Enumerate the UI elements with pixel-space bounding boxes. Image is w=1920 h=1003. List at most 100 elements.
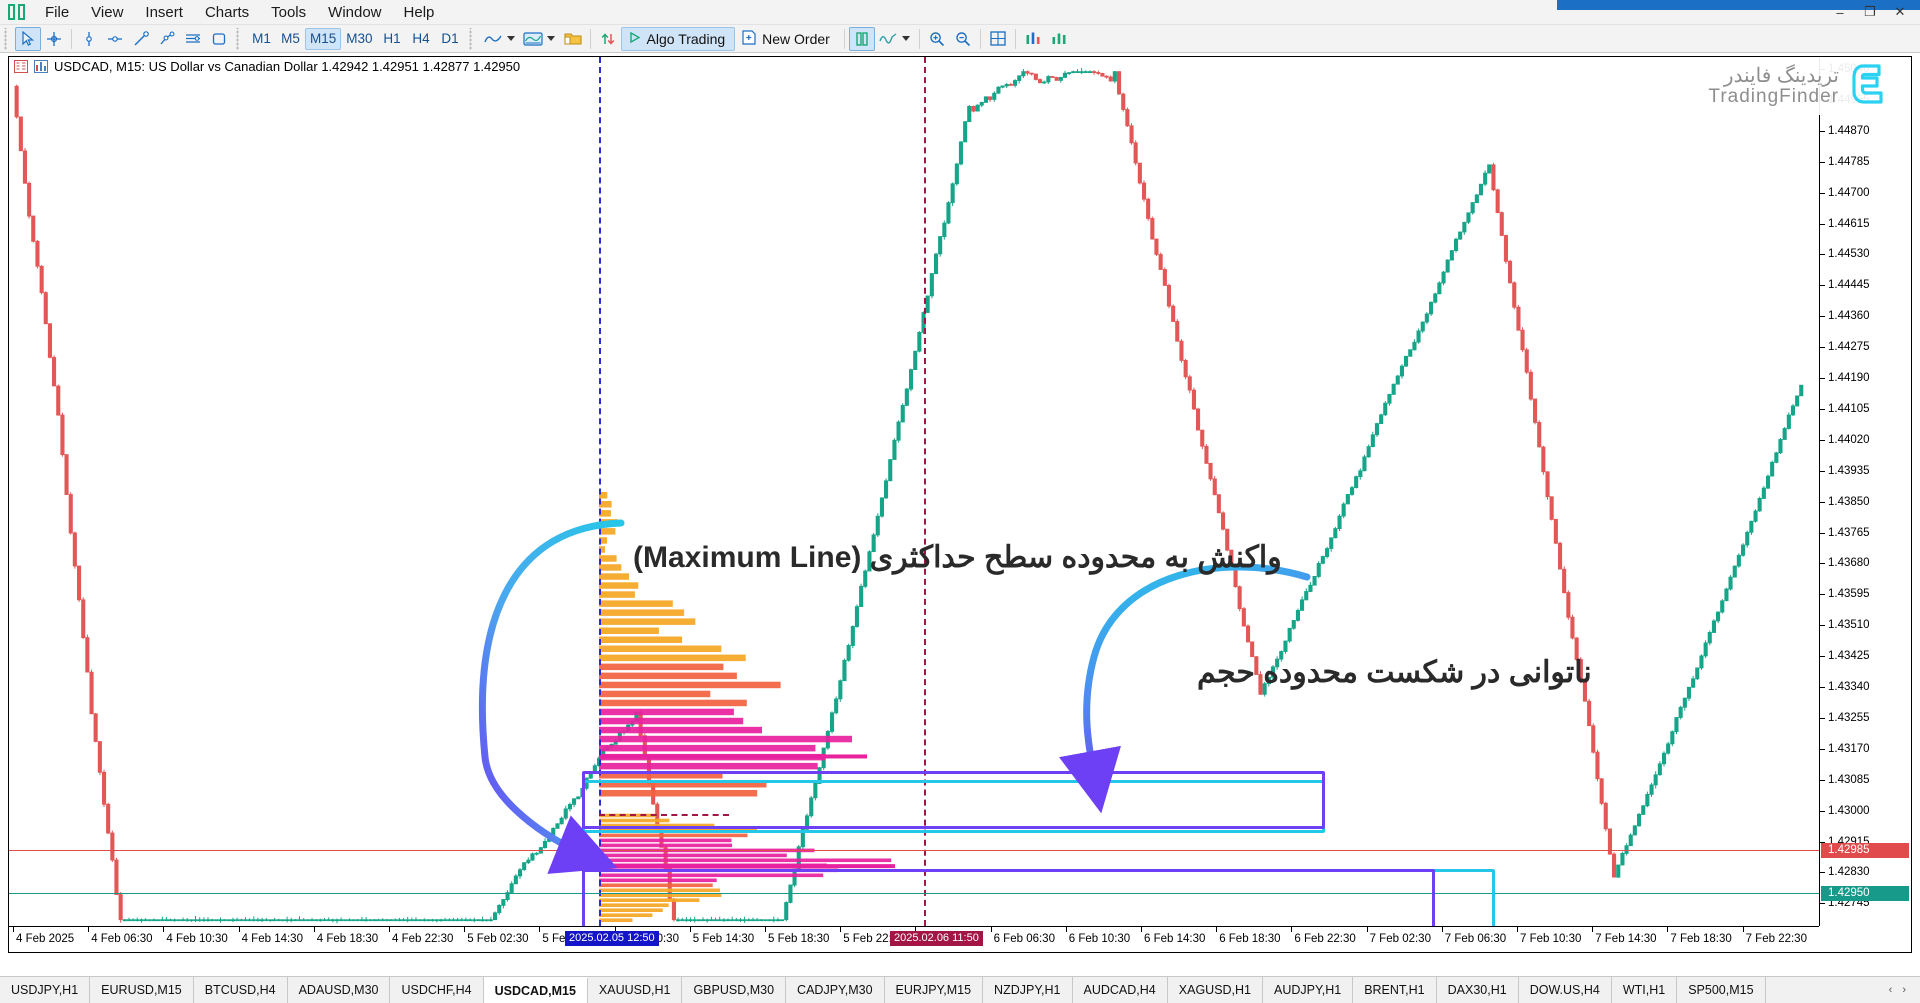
chart-tab-xauusd-h1[interactable]: XAUUSD,H1 (587, 977, 683, 1003)
oscillator-icon[interactable] (875, 27, 901, 51)
price-scale[interactable]: 1.450401.449551.448701.447851.447001.446… (1819, 57, 1911, 926)
toolbar-grip[interactable] (3, 27, 12, 50)
menu-item-insert[interactable]: Insert (134, 1, 194, 24)
toolbar-separator-5 (979, 28, 981, 49)
chart-tab-usdjpy-h1[interactable]: USDJPY,H1 (0, 977, 91, 1003)
chart-tab-usdcad-m15[interactable]: USDCAD,M15 (483, 977, 588, 1003)
grid-layout-icon[interactable] (985, 27, 1011, 51)
fibonacci-icon[interactable] (180, 27, 206, 51)
timeframe-h4[interactable]: H4 (407, 28, 436, 50)
chart-tab-wti-h1[interactable]: WTI,H1 (1611, 977, 1678, 1003)
vertical-line-icon[interactable] (76, 27, 102, 51)
chart-tab-brent-h1[interactable]: BRENT,H1 (1353, 977, 1437, 1003)
chart-tab-xagusd-h1[interactable]: XAGUSD,H1 (1167, 977, 1264, 1003)
zone-upper-violet[interactable] (582, 771, 1325, 829)
autoscroll-icon[interactable] (595, 27, 621, 51)
shapes-icon[interactable] (206, 27, 232, 51)
chart-window[interactable]: USDCAD, M15: US Dollar vs Canadian Dolla… (8, 56, 1912, 953)
chart-tab-label: NZDJPY,H1 (994, 983, 1061, 997)
close-icon[interactable]: ✕ (1886, 2, 1914, 22)
chart-symbol-info: USDCAD, M15: US Dollar vs Canadian Dolla… (9, 57, 520, 76)
horizontal-line-icon[interactable] (102, 27, 128, 51)
menu-item-view[interactable]: View (80, 1, 134, 24)
candlestick-chart-icon[interactable] (848, 26, 875, 51)
zone-lower-violet[interactable] (582, 869, 1435, 926)
watermark-text: تریدینگ فایندر TradingFinder (1708, 64, 1839, 107)
chart-tab-eurjpy-m15[interactable]: EURJPY,M15 (884, 977, 984, 1003)
chart-tab-btcusd-h4[interactable]: BTCUSD,H4 (193, 977, 288, 1003)
chart-tab-gbpusd-m30[interactable]: GBPUSD,M30 (682, 977, 787, 1003)
indicators-icon[interactable] (520, 27, 546, 51)
price-tick: 1.43425 (1820, 650, 1911, 662)
tab-prev-button[interactable]: ‹ (1889, 984, 1893, 996)
algo-trading-label: Algo Trading (646, 30, 726, 47)
price-tick: 1.43850 (1820, 496, 1911, 508)
chart-tab-eurusd-m15[interactable]: EURUSD,M15 (90, 977, 194, 1003)
zoom-out-icon[interactable] (950, 27, 976, 51)
price-tick: 1.44275 (1820, 341, 1911, 353)
timeframe-m1[interactable]: M1 (247, 28, 276, 50)
timeframe-m5[interactable]: M5 (276, 28, 305, 50)
price-tick: 1.43085 (1820, 774, 1911, 786)
price-tag-ask: 1.42950 (1821, 886, 1909, 901)
annotation-maximum-line: واکنش به محدوده سطح حداکثری (Maximum Lin… (633, 541, 1282, 574)
new-order-label: New Order (762, 30, 830, 47)
toolbar-separator-3 (843, 28, 845, 49)
cursor-tool-icon[interactable] (15, 26, 41, 51)
menu-item-window[interactable]: Window (317, 1, 392, 24)
crosshair-tool-icon[interactable] (41, 27, 67, 51)
chart-tab-label: AUDJPY,H1 (1274, 983, 1342, 997)
chart-tab-audcad-h4[interactable]: AUDCAD,H4 (1072, 977, 1168, 1003)
chart-tab-audjpy-h1[interactable]: AUDJPY,H1 (1263, 977, 1354, 1003)
chart-tab-adausd-m30[interactable]: ADAUSD,M30 (287, 977, 391, 1003)
price-tick: 1.43510 (1820, 619, 1911, 631)
new-order-button[interactable]: New Order (735, 27, 840, 51)
annotation-volume-break: ناتوانی در شکست محدوده حجم (1197, 656, 1592, 689)
toolbar-grip-2[interactable] (235, 27, 244, 50)
menu-item-tools[interactable]: Tools (260, 1, 317, 24)
tab-next-button[interactable]: › (1902, 984, 1906, 996)
chart-properties-icon[interactable] (34, 60, 48, 73)
chart-tab-label: CADJPY,M30 (797, 983, 873, 997)
timeframe-m15[interactable]: M15 (305, 27, 342, 50)
timeframe-h1[interactable]: H1 (378, 28, 407, 50)
chart-tab-cadjpy-m30[interactable]: CADJPY,M30 (786, 977, 885, 1003)
play-icon (628, 31, 641, 47)
data-window-icon[interactable] (1020, 27, 1046, 51)
line-chart-dropdown-icon[interactable] (506, 36, 515, 41)
indicators-dropdown-icon[interactable] (546, 36, 555, 41)
chart-tab-sp500-m15[interactable]: SP500,M15 (1677, 977, 1766, 1003)
chart-tab-label: ADAUSD,M30 (298, 983, 379, 997)
timeframe-m30[interactable]: M30 (341, 28, 377, 50)
maximize-icon[interactable]: ❐ (1856, 2, 1884, 22)
chart-plot-area[interactable]: واکنش به محدوده سطح حداکثری (Maximum Lin… (9, 57, 1819, 926)
trendline-icon[interactable] (128, 27, 154, 51)
price-tick: 1.44870 (1820, 125, 1911, 137)
polyline-icon[interactable] (154, 27, 180, 51)
menu-item-charts[interactable]: Charts (194, 1, 260, 24)
market-watch-icon[interactable] (1046, 27, 1072, 51)
chart-tab-label: EURUSD,M15 (101, 983, 182, 997)
minimize-icon[interactable]: – (1826, 2, 1854, 22)
templates-folder-icon[interactable] (560, 27, 586, 51)
menu-item-help[interactable]: Help (393, 1, 446, 24)
price-tick: 1.44530 (1820, 248, 1911, 260)
oscillator-dropdown-icon[interactable] (901, 36, 910, 41)
chart-tab-label: BRENT,H1 (1364, 983, 1425, 997)
chart-tab-usdchf-h4[interactable]: USDCHF,H4 (390, 977, 484, 1003)
chart-tab-dax30-h1[interactable]: DAX30,H1 (1436, 977, 1519, 1003)
window-controls: – ❐ ✕ (1826, 2, 1914, 22)
line-chart-icon[interactable] (480, 27, 506, 51)
chart-tab-dow-us-h4[interactable]: DOW.US,H4 (1518, 977, 1612, 1003)
menu-item-file[interactable]: File (34, 1, 80, 24)
toolbar-grip-3[interactable] (467, 27, 477, 50)
zoom-in-icon[interactable] (924, 27, 950, 51)
watermark-fa: تریدینگ فایندر (1723, 64, 1839, 87)
time-scale[interactable]: 4 Feb 2025 4 Feb 06:30 4 Feb 10:30 4 Feb 14… (9, 926, 1819, 952)
price-tick: 1.44360 (1820, 310, 1911, 322)
chart-tab-nzdjpy-h1[interactable]: NZDJPY,H1 (983, 977, 1073, 1003)
price-tick: 1.43680 (1820, 557, 1911, 569)
timeframe-d1[interactable]: D1 (436, 28, 465, 50)
chart-list-icon[interactable] (14, 60, 28, 73)
algo-trading-button[interactable]: Algo Trading (620, 26, 736, 51)
